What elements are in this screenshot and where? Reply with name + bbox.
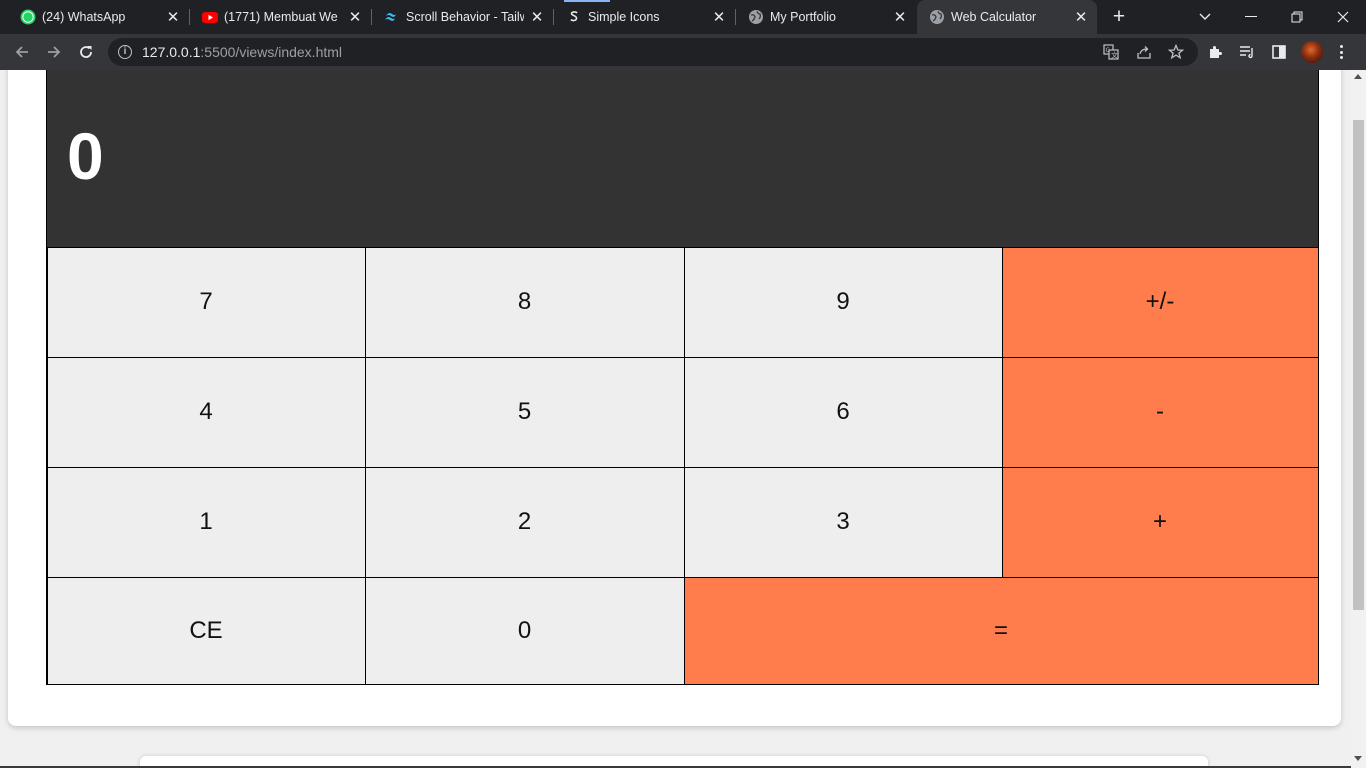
key-7-button[interactable]: 7 bbox=[46, 246, 366, 358]
tab-web-calculator[interactable]: Web Calculator ✕ bbox=[917, 0, 1097, 34]
key-2-button[interactable]: 2 bbox=[364, 466, 685, 578]
reload-icon[interactable] bbox=[74, 40, 98, 64]
display-value: 0 bbox=[67, 119, 104, 193]
close-icon[interactable]: ✕ bbox=[165, 9, 181, 26]
close-icon[interactable]: ✕ bbox=[347, 9, 363, 26]
key-3-button[interactable]: 3 bbox=[683, 466, 1003, 578]
tab-title: (24) WhatsApp bbox=[42, 10, 126, 24]
key-6-button[interactable]: 6 bbox=[683, 356, 1003, 468]
key-9-button[interactable]: 9 bbox=[683, 246, 1003, 358]
tab-title: (1771) Membuat Website bbox=[224, 10, 338, 24]
site-info-icon[interactable]: i bbox=[118, 45, 132, 59]
page-viewport: 0 7 8 9 +/- 4 5 6-1 2 3 + CE 0 = bbox=[0, 70, 1351, 768]
media-control-icon[interactable] bbox=[1237, 42, 1257, 62]
key-8-button[interactable]: 8 bbox=[364, 246, 685, 358]
tab-youtube[interactable]: (1771) Membuat Website ✕ bbox=[190, 0, 372, 34]
url-text[interactable]: 127.0.0.1:5500/views/index.html bbox=[142, 44, 342, 60]
close-icon[interactable]: ✕ bbox=[1073, 9, 1089, 26]
new-tab-button[interactable]: + bbox=[1108, 6, 1130, 27]
key-4-button[interactable]: 4 bbox=[46, 356, 366, 468]
share-icon[interactable] bbox=[1135, 44, 1153, 60]
profile-avatar[interactable] bbox=[1301, 41, 1323, 63]
scroll-down-arrow-icon[interactable] bbox=[1354, 756, 1362, 761]
key-equals-button[interactable]: = bbox=[683, 576, 1319, 685]
tab-title: Simple Icons bbox=[588, 10, 660, 24]
key-minus-button[interactable]: - bbox=[1001, 356, 1319, 468]
close-icon[interactable]: ✕ bbox=[711, 9, 727, 26]
tab-title: Scroll Behavior - Tailwind bbox=[406, 10, 524, 24]
close-window-icon[interactable] bbox=[1320, 0, 1366, 34]
forward-icon[interactable] bbox=[42, 40, 66, 64]
svg-text:G: G bbox=[1106, 47, 1111, 54]
youtube-icon bbox=[202, 9, 218, 25]
restore-icon[interactable] bbox=[1274, 0, 1320, 34]
translate-icon[interactable]: 文G bbox=[1102, 44, 1120, 60]
tab-search-icon[interactable] bbox=[1182, 0, 1228, 34]
extensions-icon[interactable] bbox=[1206, 42, 1226, 62]
calculator-display: 0 bbox=[47, 70, 1318, 247]
address-bar[interactable]: i 127.0.0.1:5500/views/index.html 文G bbox=[108, 38, 1198, 66]
side-panel-icon[interactable] bbox=[1269, 42, 1289, 62]
scroll-up-arrow-icon[interactable] bbox=[1354, 74, 1362, 79]
close-icon[interactable]: ✕ bbox=[529, 9, 545, 26]
key-1-button[interactable]: 1 bbox=[46, 466, 366, 578]
globe-icon bbox=[748, 9, 764, 25]
browser-toolbar: i 127.0.0.1:5500/views/index.html 文G bbox=[0, 34, 1366, 70]
tailwind-icon bbox=[384, 9, 400, 25]
page-scrollbar[interactable] bbox=[1351, 70, 1366, 768]
tab-title: My Portfolio bbox=[770, 10, 836, 24]
globe-icon bbox=[929, 9, 945, 25]
tab-title: Web Calculator bbox=[951, 10, 1037, 24]
calculator-keypad: 7 8 9 +/- 4 5 6- 1 2 3 + CE 0 = bbox=[46, 246, 1319, 685]
minimize-icon[interactable] bbox=[1228, 0, 1274, 34]
svg-text:文: 文 bbox=[1111, 51, 1118, 60]
tab-simple-icons[interactable]: Simple Icons ✕ bbox=[554, 0, 736, 34]
key-plus-button[interactable]: + bbox=[1001, 466, 1319, 578]
browser-menu-icon[interactable] bbox=[1334, 42, 1348, 62]
key-5-button[interactable]: 5 bbox=[364, 356, 685, 468]
tab-tailwind[interactable]: Scroll Behavior - Tailwind ✕ bbox=[372, 0, 554, 34]
bookmark-star-icon[interactable] bbox=[1167, 44, 1185, 60]
browser-tab-strip: (24) WhatsApp ✕ (1771) Membuat Website ✕… bbox=[0, 0, 1366, 34]
scrollbar-thumb[interactable] bbox=[1353, 120, 1364, 610]
calculator: 0 7 8 9 +/- 4 5 6-1 2 3 + CE 0 = bbox=[46, 70, 1319, 685]
tab-my-portfolio[interactable]: My Portfolio ✕ bbox=[736, 0, 916, 34]
key-clear-entry-button[interactable]: CE bbox=[46, 576, 366, 685]
key-negate-button[interactable]: +/- bbox=[1001, 246, 1319, 358]
simple-icons-icon bbox=[566, 9, 582, 25]
back-icon[interactable] bbox=[10, 40, 34, 64]
close-icon[interactable]: ✕ bbox=[892, 9, 908, 26]
calculator-card: 0 7 8 9 +/- 4 5 6-1 2 3 + CE 0 = bbox=[8, 70, 1341, 726]
whatsapp-icon bbox=[20, 9, 36, 25]
tab-whatsapp[interactable]: (24) WhatsApp ✕ bbox=[8, 0, 190, 34]
key-0-button[interactable]: 0 bbox=[364, 576, 685, 685]
